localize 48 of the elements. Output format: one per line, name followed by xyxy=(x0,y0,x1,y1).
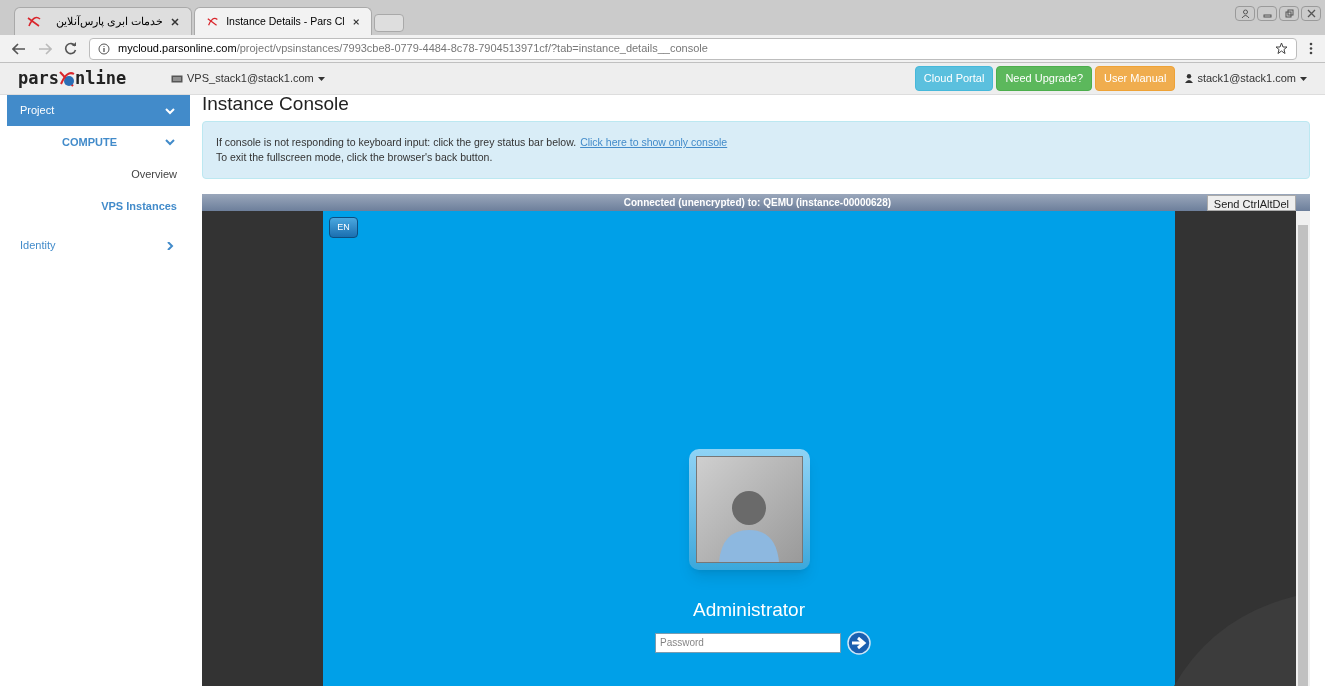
sidebar-item[interactable]: Overview xyxy=(7,158,190,190)
caret-icon xyxy=(1300,76,1307,81)
user-icon xyxy=(1185,74,1194,83)
tab-title: Instance Details - Pars Cl xyxy=(226,13,345,29)
info-icon xyxy=(98,42,110,55)
project-dropdown[interactable]: VPS_stack1@stack1.com xyxy=(171,70,325,87)
close-icon[interactable] xyxy=(171,17,179,26)
url-text: mycloud.parsonline.com/project/vpsinstances/7993cbe8-0779-4484-8c78-7904513971cf/?tab=instance_details__console xyxy=(118,41,709,57)
nav-button[interactable]: Need Upgrade? xyxy=(996,66,1093,91)
sidebar-item[interactable]: Project xyxy=(7,95,190,126)
sidebar-item[interactable]: COMPUTE xyxy=(7,126,190,158)
show-console-link[interactable]: Click here to show only console xyxy=(580,135,728,150)
restore-icon[interactable] xyxy=(1279,6,1299,21)
caret-icon xyxy=(317,76,325,81)
nav-button[interactable]: Cloud Portal xyxy=(914,66,994,91)
user-menu[interactable]: stack1@stack1.com xyxy=(1185,70,1307,87)
chevron-icon xyxy=(165,106,175,115)
back-icon[interactable] xyxy=(12,42,26,55)
connection-status: Connected (unencrypted) to: QEMU (instance-00000628) xyxy=(623,196,892,210)
browser-tab[interactable]: Instance Details - Pars Cl xyxy=(194,7,372,35)
console-screen[interactable]: EN Administrator Password xyxy=(202,211,1296,686)
close-icon[interactable] xyxy=(1301,6,1321,21)
chevron-icon xyxy=(165,241,175,250)
server-icon xyxy=(171,74,183,83)
page-title: Instance Console xyxy=(202,94,350,114)
scrollbar[interactable] xyxy=(1296,211,1310,686)
reload-icon[interactable] xyxy=(64,42,77,55)
alert-text: To exit the fullscreen mode, click the browser's back button. xyxy=(216,150,494,165)
username-label: Administrator xyxy=(693,598,805,622)
sidebar-item[interactable]: Identity xyxy=(7,230,190,261)
language-button[interactable]: EN xyxy=(329,217,358,238)
password-field[interactable]: Password xyxy=(655,632,841,653)
send-ctrlaltdel-button[interactable]: Send CtrlAltDel xyxy=(1206,194,1296,211)
app-logo-icon xyxy=(207,15,219,28)
tab-title: خدمات ابری پارس‌آنلاین xyxy=(55,13,163,30)
app-logo-icon xyxy=(27,15,41,28)
chevron-icon xyxy=(165,138,175,146)
user-icon[interactable] xyxy=(1235,6,1255,21)
close-icon[interactable] xyxy=(352,17,359,26)
address-bar[interactable]: mycloud.parsonline.com/project/vpsinstances/7993cbe8-0779-4484-8c78-7904513971cf/?tab=instance_details__console xyxy=(89,37,1297,60)
menu-icon[interactable] xyxy=(1309,42,1313,55)
sidebar-item[interactable]: VPS Instances xyxy=(7,190,190,222)
star-icon[interactable] xyxy=(1275,42,1288,55)
alert-text: If console is not responding to keyboard input: click the grey status bar below. xyxy=(216,135,577,150)
brand-logo[interactable]: pars nline xyxy=(18,65,153,92)
browser-tab[interactable]: خدمات ابری پارس‌آنلاین xyxy=(14,7,192,35)
console-status-bar[interactable]: Connected (unencrypted) to: QEMU (instance-00000628) Send CtrlAltDel xyxy=(202,194,1310,211)
nav-button[interactable]: User Manual xyxy=(1095,66,1176,91)
